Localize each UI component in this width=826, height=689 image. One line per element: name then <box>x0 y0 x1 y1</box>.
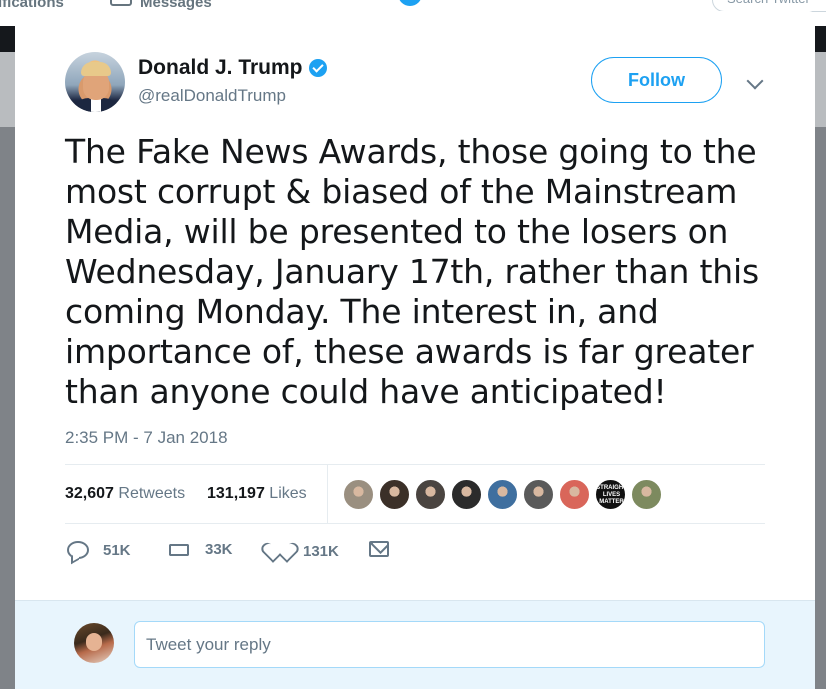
stats-separator <box>327 465 328 523</box>
tweet-text-line: importance of, these awards is far great… <box>65 332 754 371</box>
tweet-modal: Donald J. Trump @realDonaldTrump Follow … <box>15 11 815 689</box>
likes-stat[interactable]: 131,197 Likes <box>207 485 307 503</box>
current-user-avatar[interactable] <box>74 623 114 663</box>
heart-icon <box>269 541 289 561</box>
nav-messages[interactable]: Messages <box>140 0 212 11</box>
author-name-row[interactable]: Donald J. Trump <box>138 56 327 80</box>
twitter-logo-icon[interactable] <box>398 0 422 6</box>
nav-notifications[interactable]: ifications <box>0 0 64 11</box>
avatar-face <box>86 633 102 651</box>
like-count: 131K <box>303 542 339 560</box>
author-name[interactable]: Donald J. Trump <box>138 56 303 80</box>
tweet-stats: 32,607 Retweets 131,197 Likes STRAIGHT L… <box>65 465 765 523</box>
avatar-hair <box>81 62 111 76</box>
reply-area: Tweet your reply <box>15 600 815 689</box>
liker-avatar[interactable] <box>451 479 482 510</box>
liker-avatars: STRAIGHT LIVES MATTER <box>343 479 667 510</box>
liker-avatar[interactable] <box>343 479 374 510</box>
tweet-text-line: Media, will be presented to the losers o… <box>65 212 729 251</box>
tweet-text-line: The Fake News Awards, those going to the <box>65 132 757 171</box>
liker-avatar[interactable] <box>631 479 662 510</box>
likes-count: 131,197 <box>207 485 265 502</box>
retweet-action[interactable]: 33K <box>167 541 233 558</box>
liker-avatar[interactable]: STRAIGHT LIVES MATTER <box>595 479 626 510</box>
author-avatar[interactable] <box>65 52 125 112</box>
liker-avatar[interactable] <box>559 479 590 510</box>
avatar-shirt <box>91 98 101 112</box>
liker-avatar[interactable] <box>487 479 518 510</box>
reply-action[interactable]: 51K <box>67 541 131 559</box>
liker-avatar-text: STRAIGHT LIVES MATTER <box>596 485 626 505</box>
liker-avatar[interactable] <box>415 479 446 510</box>
retweet-icon <box>167 542 191 558</box>
verified-badge-icon <box>308 59 327 77</box>
follow-button[interactable]: Follow <box>591 57 722 103</box>
author-handle[interactable]: @realDonaldTrump <box>138 86 286 106</box>
direct-message-action[interactable] <box>369 541 389 557</box>
likes-label: Likes <box>269 485 307 502</box>
tweet-text-line: Wednesday, January 17th, rather than thi… <box>65 252 759 291</box>
tweet-text-line: than anyone could have anticipated! <box>65 372 667 411</box>
reply-input[interactable]: Tweet your reply <box>134 621 765 668</box>
like-action[interactable]: 131K <box>269 541 339 561</box>
tweet-text: The Fake News Awards, those going to the… <box>65 132 765 412</box>
retweet-count: 33K <box>205 541 233 558</box>
divider <box>65 523 765 524</box>
reply-icon <box>67 541 89 559</box>
retweets-count: 32,607 <box>65 485 114 502</box>
liker-avatar[interactable] <box>523 479 554 510</box>
tweet-text-line: coming Monday. The interest in, and <box>65 292 659 331</box>
tweet-timestamp[interactable]: 2:35 PM - 7 Jan 2018 <box>65 428 228 448</box>
chevron-down-icon[interactable] <box>746 72 764 90</box>
retweets-label: Retweets <box>118 485 186 502</box>
retweets-stat[interactable]: 32,607 Retweets <box>65 485 185 503</box>
envelope-icon <box>369 541 389 557</box>
tweet-actions: 51K 33K 131K <box>65 533 465 571</box>
reply-count: 51K <box>103 541 131 559</box>
liker-avatar[interactable] <box>379 479 410 510</box>
tweet-text-line: most corrupt & biased of the Mainstream <box>65 172 738 211</box>
messages-icon[interactable] <box>110 0 132 6</box>
